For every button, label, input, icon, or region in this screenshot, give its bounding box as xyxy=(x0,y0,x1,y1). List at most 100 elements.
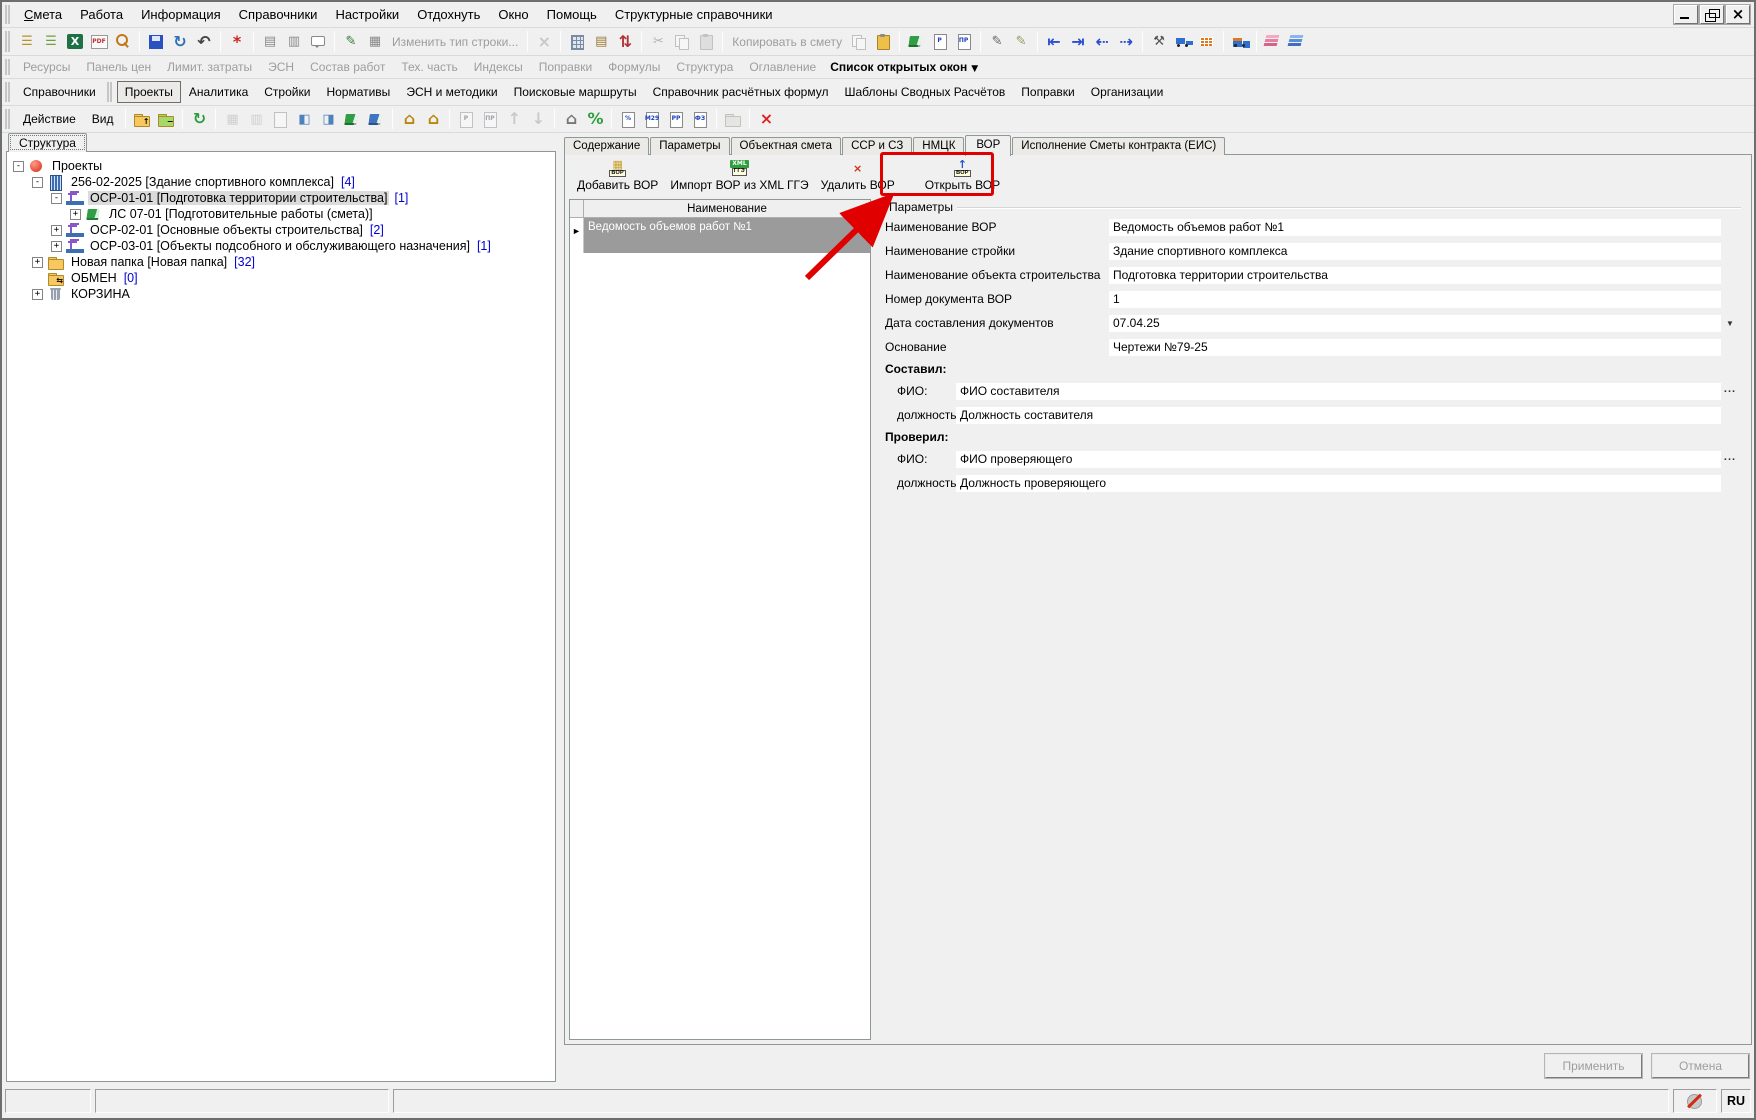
tree-expander-icon[interactable]: - xyxy=(32,176,43,188)
undo-button[interactable]: ↶ xyxy=(192,30,216,54)
pdf-button[interactable]: PDF xyxy=(87,30,111,54)
main-tab-Поправки[interactable]: Поправки xyxy=(1013,81,1082,103)
field-input[interactable]: ФИО составителя xyxy=(956,382,1721,400)
fz-button[interactable] xyxy=(688,107,712,131)
tree-expander-icon[interactable]: - xyxy=(13,160,24,172)
tree-expander-icon[interactable]: - xyxy=(51,192,62,204)
keyboard-language-indicator[interactable]: RU xyxy=(1721,1089,1751,1113)
menubar-gripper[interactable] xyxy=(5,5,10,24)
toolbar-gripper[interactable] xyxy=(5,109,10,129)
labor-button[interactable]: ⚒ xyxy=(1147,30,1171,54)
toolbar-gripper[interactable] xyxy=(5,59,10,75)
folder-up-button[interactable]: ↑ xyxy=(130,107,154,131)
edit-list-remove-button[interactable]: ✎ xyxy=(1009,30,1033,54)
field-input[interactable]: Подготовка территории строительства xyxy=(1109,266,1721,284)
main-tab-Шаблоны Сводных Расчётов[interactable]: Шаблоны Сводных Расчётов xyxy=(836,81,1013,103)
house-add-button[interactable]: ⌂ xyxy=(397,107,421,131)
open-windows-dropdown[interactable]: Список открытых окон ▼ xyxy=(824,60,984,74)
level-up-button[interactable]: ⇤ xyxy=(1042,30,1066,54)
panel-button-Поправки[interactable]: Поправки xyxy=(531,60,600,74)
list-item[interactable]: ► Ведомость объемов работ №1 xyxy=(570,218,870,253)
main-tab-Стройки[interactable]: Стройки xyxy=(256,81,318,103)
search-button[interactable] xyxy=(111,30,135,54)
tree-expander-icon[interactable]: + xyxy=(70,208,81,220)
panel-button-Состав работ[interactable]: Состав работ xyxy=(302,60,393,74)
copy-page-button[interactable] xyxy=(847,30,871,54)
field-input[interactable]: 1 xyxy=(1109,290,1721,308)
folder-collapse-button[interactable]: − xyxy=(154,107,178,131)
vor-import-button[interactable]: XML ГГЭ Импорт ВОР из XML ГГЭ xyxy=(664,157,814,194)
tree-item[interactable]: + ОСР-02-01 [Основные объекты строительст… xyxy=(7,221,555,239)
panel-button-Тех. часть[interactable]: Тех. часть xyxy=(393,60,465,74)
m29-button[interactable] xyxy=(640,107,664,131)
tab-Исполнение Сметы контракта (ЕИС)[interactable]: Исполнение Сметы контракта (ЕИС) xyxy=(1012,137,1226,155)
tree-item[interactable]: - 256-02-2025 [Здание спортивного комплек… xyxy=(7,174,555,191)
building-gray-button[interactable]: ▦ xyxy=(220,107,244,131)
panel-button-Оглавление[interactable]: Оглавление xyxy=(741,60,824,74)
book-green-button[interactable] xyxy=(340,107,364,131)
move-down-button[interactable]: ↓ xyxy=(526,107,550,131)
menu-Помощь[interactable]: Помощь xyxy=(538,4,606,25)
action-menu-Действие[interactable]: Действие xyxy=(15,109,84,129)
toolbar-gripper[interactable] xyxy=(5,31,10,52)
tree-expander-icon[interactable]: + xyxy=(32,256,43,268)
copy-button[interactable] xyxy=(670,30,694,54)
main-tab-Организации[interactable]: Организации xyxy=(1083,81,1172,103)
tree-item[interactable]: + ЛС 07-01 [Подготовительные работы (смет… xyxy=(7,206,555,222)
menu-Справочники[interactable]: Справочники xyxy=(230,4,327,25)
pp-button[interactable] xyxy=(664,107,688,131)
main-tab-Нормативы[interactable]: Нормативы xyxy=(318,81,398,103)
move-up-button[interactable]: ↑ xyxy=(502,107,526,131)
tree-import-button[interactable]: ☰ xyxy=(39,30,63,54)
globe-edit-button[interactable]: ✎ xyxy=(339,30,363,54)
window-edit-button[interactable]: ◧ xyxy=(292,107,316,131)
ellipsis-button[interactable]: ... xyxy=(1721,383,1739,400)
save-button[interactable] xyxy=(144,30,168,54)
refresh-green-button[interactable]: ↻ xyxy=(187,107,211,131)
page-pr2-button[interactable] xyxy=(478,107,502,131)
panel-button-Панель цен[interactable]: Панель цен xyxy=(78,60,159,74)
paste-button[interactable] xyxy=(694,30,718,54)
delete-red-button[interactable]: × xyxy=(754,107,778,131)
panel-button-Формулы[interactable]: Формулы xyxy=(600,60,668,74)
panel-button-Ресурсы[interactable]: Ресурсы xyxy=(15,60,78,74)
apply-button[interactable]: Применить xyxy=(1545,1054,1642,1078)
field-input[interactable]: Здание спортивного комплекса xyxy=(1109,242,1721,260)
house-percent-button[interactable]: ⌂ xyxy=(559,107,583,131)
edit-list-button[interactable]: ✎ xyxy=(985,30,1009,54)
new-folder-button[interactable] xyxy=(721,107,745,131)
main-tab-Проекты[interactable]: Проекты xyxy=(116,81,181,103)
menu-Структурные справочники[interactable]: Структурные справочники xyxy=(606,4,782,25)
tree-expander-icon[interactable]: + xyxy=(51,240,62,252)
tree-item[interactable]: + КОРЗИНА xyxy=(7,286,555,302)
paste-orange-button[interactable] xyxy=(871,30,895,54)
restore-button[interactable] xyxy=(1700,5,1724,24)
materials-button[interactable] xyxy=(1195,30,1219,54)
menu-Отдохнуть[interactable]: Отдохнуть xyxy=(408,4,489,25)
tree-expander-icon[interactable]: + xyxy=(51,224,62,236)
action-menu-Вид[interactable]: Вид xyxy=(84,109,122,129)
tab-Параметры[interactable]: Параметры xyxy=(650,137,730,155)
delete-row-button[interactable]: × xyxy=(532,30,556,54)
refresh-button[interactable]: ↻ xyxy=(168,30,192,54)
tree-item[interactable]: - Проекты xyxy=(7,158,555,174)
tree-item[interactable]: - ОСР-01-01 [Подготовка территории строит… xyxy=(7,189,555,207)
page-edit-button[interactable]: ▤ xyxy=(589,30,613,54)
excel-button[interactable]: X xyxy=(63,30,87,54)
book-settings-button[interactable] xyxy=(904,30,928,54)
tree-export-button[interactable]: ☰ xyxy=(15,30,39,54)
field-input[interactable]: Чертежи №79-25 xyxy=(1109,338,1721,356)
tree-item[interactable]: ⇆ ОБМЕН [0] xyxy=(7,270,555,286)
panel-button-Лимит. затраты[interactable]: Лимит. затраты xyxy=(159,60,260,74)
menu-Окно[interactable]: Окно xyxy=(489,4,537,25)
updown-button[interactable]: ⇅ xyxy=(613,30,637,54)
row-settings-alt-button[interactable]: ▥ xyxy=(282,30,306,54)
columns-button[interactable]: ▥ xyxy=(244,107,268,131)
building-copy-button[interactable]: ▦ xyxy=(363,30,387,54)
ellipsis-button[interactable]: ... xyxy=(1721,451,1739,468)
house-copy-button[interactable]: ⌂ xyxy=(421,107,445,131)
indent-button[interactable]: ⇢ xyxy=(1114,30,1138,54)
menu-Работа[interactable]: Работа xyxy=(71,4,132,25)
page-p-button[interactable] xyxy=(928,30,952,54)
delivery-button[interactable] xyxy=(1228,30,1252,54)
